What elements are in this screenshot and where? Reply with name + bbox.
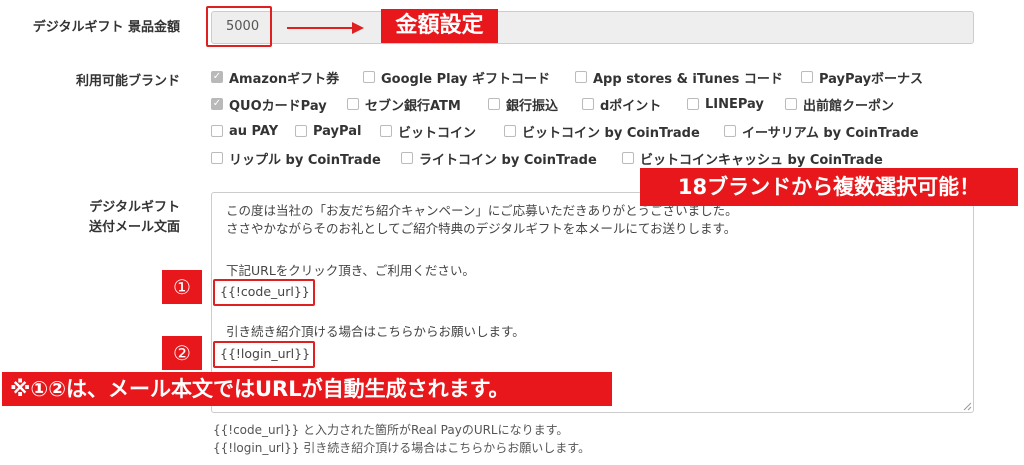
checkbox-icon[interactable] xyxy=(504,125,516,137)
checkbox-icon[interactable] xyxy=(380,125,392,137)
checkbox-icon[interactable] xyxy=(575,71,587,83)
marker-2: ② xyxy=(162,336,202,370)
brand-item[interactable]: ビットコインキャッシュ by CoinTrade xyxy=(622,149,883,168)
brand-label: Amazonギフト券 xyxy=(229,71,340,87)
brand-item[interactable]: ビットコイン xyxy=(380,122,477,141)
brand-label: ライトコイン by CoinTrade xyxy=(419,152,597,168)
brand-label: ビットコインキャッシュ by CoinTrade xyxy=(640,152,883,168)
brand-item[interactable]: PayPayボーナス xyxy=(801,68,924,87)
brand-item[interactable]: ✓ QUOカードPay xyxy=(211,95,327,114)
brand-label: 銀行振込 xyxy=(506,98,559,114)
amount-highlight-box xyxy=(206,6,272,47)
brand-item[interactable]: App stores & iTunes コード xyxy=(575,68,783,87)
brand-item[interactable]: 銀行振込 xyxy=(488,95,559,114)
checkbox-icon[interactable] xyxy=(724,125,736,137)
brand-item[interactable]: ✓ Amazonギフト券 xyxy=(211,68,340,87)
checkbox-icon[interactable] xyxy=(488,98,500,110)
checkbox-icon[interactable] xyxy=(295,125,307,137)
brand-item[interactable]: LINEPay xyxy=(687,95,764,113)
brand-label: セブン銀行ATM xyxy=(365,98,461,114)
checkbox-icon[interactable] xyxy=(687,98,699,110)
brand-item[interactable]: au PAY xyxy=(211,122,278,140)
brand-item[interactable]: ビットコイン by CoinTrade xyxy=(504,122,700,141)
mail-line: ささやかながらそのお礼としてご紹介特典のデジタルギフトを本メールにてお送りします… xyxy=(226,221,737,236)
brand-label: QUOカードPay xyxy=(229,98,327,114)
hint-code-url: {{!code_url}} と入力された箇所がReal PayのURLになります… xyxy=(213,423,569,437)
mail-callout: ※①②は、メール本文ではURLが自動生成されます。 xyxy=(2,372,612,406)
mail-line: 引き続き紹介頂ける場合はこちらからお願いします。 xyxy=(226,324,525,339)
brand-item[interactable]: ライトコイン by CoinTrade xyxy=(401,149,597,168)
code-url-highlight-box xyxy=(213,279,315,306)
brands-label: 利用可能ブランド xyxy=(75,74,180,89)
brand-item[interactable]: セブン銀行ATM xyxy=(347,95,461,114)
checkbox-checked-icon[interactable]: ✓ xyxy=(211,71,223,83)
checkbox-icon[interactable] xyxy=(582,98,594,110)
brand-label: dポイント xyxy=(600,98,662,114)
checkbox-icon[interactable] xyxy=(401,152,413,164)
brand-label: リップル by CoinTrade xyxy=(229,152,381,168)
brand-label: 出前館クーポン xyxy=(803,98,895,114)
checkbox-icon[interactable] xyxy=(347,98,359,110)
login-url-highlight-box xyxy=(213,341,315,368)
amount-label: デジタルギフト 景品金額 xyxy=(32,20,180,35)
brand-item[interactable]: リップル by CoinTrade xyxy=(211,149,381,168)
callout-arrow-head-icon xyxy=(352,22,364,34)
brand-item[interactable]: 出前館クーポン xyxy=(785,95,895,114)
marker-1: ① xyxy=(162,270,202,304)
checkbox-icon[interactable] xyxy=(211,125,223,137)
brand-item[interactable]: Google Play ギフトコード xyxy=(363,68,550,87)
brand-label: イーサリアム by CoinTrade xyxy=(742,125,919,141)
amount-callout: 金額設定 xyxy=(381,9,498,43)
brand-item[interactable]: PayPal xyxy=(295,122,361,140)
checkbox-icon[interactable] xyxy=(363,71,375,83)
brand-label: App stores & iTunes コード xyxy=(593,71,783,87)
brand-label: PayPal xyxy=(313,123,362,139)
brand-label: Google Play ギフトコード xyxy=(381,71,550,87)
brands-callout: 18ブランドから複数選択可能！ xyxy=(640,168,1018,206)
hint-login-url: {{!login_url}} 引き続き紹介頂ける場合はこちらからお願いします。 xyxy=(213,441,591,455)
brand-label: PayPayボーナス xyxy=(819,71,924,87)
brand-label: ビットコイン xyxy=(398,125,477,141)
checkbox-icon[interactable] xyxy=(785,98,797,110)
checkbox-icon[interactable] xyxy=(801,71,813,83)
brand-label: au PAY xyxy=(229,123,279,139)
mail-label-line2: 送付メール文面 xyxy=(88,220,180,235)
mail-line: 下記URLをクリック頂き、ご利用ください。 xyxy=(226,263,475,278)
brand-label: ビットコイン by CoinTrade xyxy=(522,125,700,141)
mail-label: デジタルギフト 送付メール文面 xyxy=(8,198,180,238)
callout-arrow-line xyxy=(287,27,355,29)
checkbox-icon[interactable] xyxy=(211,152,223,164)
resize-handle-icon[interactable] xyxy=(963,402,972,411)
brand-item[interactable]: dポイント xyxy=(582,95,662,114)
checkbox-icon[interactable] xyxy=(622,152,634,164)
brand-label: LINEPay xyxy=(705,96,764,112)
mail-label-line1: デジタルギフト xyxy=(89,200,180,215)
checkbox-checked-icon[interactable]: ✓ xyxy=(211,98,223,110)
brand-item[interactable]: イーサリアム by CoinTrade xyxy=(724,122,919,141)
